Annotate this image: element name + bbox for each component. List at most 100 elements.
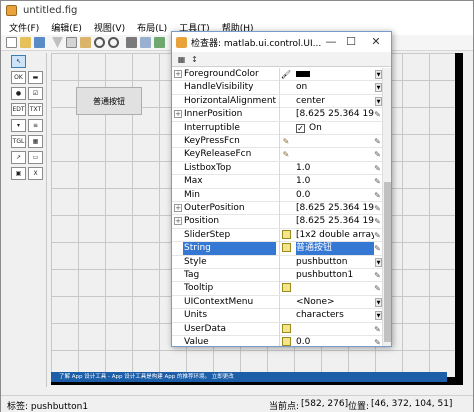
property-value[interactable]: center	[296, 95, 374, 108]
cut-icon[interactable]	[52, 37, 63, 48]
minimize-icon[interactable]: —	[324, 35, 338, 49]
property-value[interactable]: pushbutton	[296, 256, 374, 269]
property-row-handlevisibility[interactable]: HandleVisibility on ▼	[172, 81, 382, 95]
edit-text-tool-icon[interactable]: EDT	[11, 103, 26, 116]
array-editor-icon[interactable]	[280, 243, 292, 254]
paste-icon[interactable]	[80, 37, 91, 48]
callback-editor-icon[interactable]: ✎	[280, 149, 292, 160]
tab-order-icon[interactable]	[154, 37, 165, 48]
align-icon[interactable]	[126, 37, 137, 48]
property-value[interactable]: [1x2 double array]	[296, 229, 374, 242]
property-row-style[interactable]: Style pushbutton ▼	[172, 255, 382, 269]
property-row-sliderstep[interactable]: SliderStep [1x2 double array] ✎	[172, 228, 382, 243]
checkbox-tool-icon[interactable]: ☑	[28, 87, 43, 100]
slider-tool-icon[interactable]: ▬	[28, 71, 43, 84]
categorized-view-icon[interactable]: ▦	[176, 54, 187, 65]
property-value[interactable]	[296, 323, 374, 336]
edit-pencil-icon[interactable]: ✎	[373, 176, 382, 187]
copy-icon[interactable]	[66, 37, 77, 48]
property-row-max[interactable]: Max 1.0 ✎	[172, 175, 382, 189]
array-editor-icon[interactable]	[280, 229, 292, 241]
property-row-foregroundcolor[interactable]: + ForegroundColor 🖌 ▼	[172, 68, 382, 82]
property-row-outerposition[interactable]: +OuterPosition [8.625 25.364 19.62...✎	[172, 202, 382, 216]
undo-icon[interactable]	[94, 37, 105, 48]
edit-pencil-icon[interactable]: ✎	[373, 190, 382, 201]
property-row-units[interactable]: Units characters ▼	[172, 309, 382, 323]
edit-pencil-icon[interactable]: ✎	[373, 230, 382, 241]
property-value[interactable]: 1.0	[296, 175, 374, 188]
property-row-string[interactable]: String 普通按钮 ✎	[172, 242, 382, 256]
property-value[interactable]: [8.625 25.364 19.62...	[296, 202, 374, 215]
property-row-interruptible[interactable]: Interruptible ✓ On	[172, 121, 382, 135]
activex-tool-icon[interactable]: X	[28, 167, 43, 180]
interruptible-checkbox[interactable]: ✓	[296, 123, 305, 133]
dropdown-arrow-icon[interactable]: ▼	[375, 257, 382, 267]
property-value[interactable]	[296, 68, 374, 81]
property-row-innerposition[interactable]: +InnerPosition [8.625 25.364 19.62...✎	[172, 108, 382, 122]
property-value[interactable]: on	[296, 81, 374, 94]
inspector-scrollbar[interactable]	[382, 68, 391, 346]
redo-icon[interactable]	[108, 37, 119, 48]
edit-pencil-icon[interactable]: ✎	[373, 283, 382, 294]
property-value[interactable]: 1.0	[296, 162, 374, 175]
popup-menu-tool-icon[interactable]: ▾	[11, 119, 26, 132]
table-tool-icon[interactable]: ▦	[28, 135, 43, 148]
property-row-keypressfcn[interactable]: KeyPressFcn ✎ ✎	[172, 135, 382, 149]
expand-icon[interactable]: +	[174, 217, 182, 226]
property-row-tag[interactable]: Tag pushbutton1 ✎	[172, 269, 382, 283]
property-row-min[interactable]: Min 0.0 ✎	[172, 188, 382, 202]
edit-pencil-icon[interactable]: ✎	[373, 216, 382, 227]
static-text-tool-icon[interactable]: TXT	[28, 103, 43, 116]
edit-pencil-icon[interactable]: ✎	[373, 203, 382, 214]
expand-icon[interactable]: +	[174, 110, 182, 119]
axes-tool-icon[interactable]: ↗	[11, 151, 26, 164]
array-editor-icon[interactable]	[280, 283, 292, 294]
edit-pencil-icon[interactable]: ✎	[373, 337, 382, 346]
dropdown-arrow-icon[interactable]: ▼	[375, 297, 382, 307]
select-tool-icon[interactable]: ↖	[11, 55, 26, 68]
property-row-listboxtop[interactable]: ListboxTop 1.0 ✎	[172, 161, 382, 176]
property-row-keyreleasefcn[interactable]: KeyReleaseFcn ✎ ✎	[172, 148, 382, 162]
property-row-userdata[interactable]: UserData ✎	[172, 322, 382, 336]
panel-tool-icon[interactable]: ▭	[28, 151, 43, 164]
dropdown-arrow-icon[interactable]: ▼	[375, 96, 382, 106]
edit-pencil-icon[interactable]: ✎	[373, 324, 382, 335]
property-value[interactable]	[296, 148, 374, 161]
dropdown-arrow-icon[interactable]: ▼	[375, 83, 382, 93]
property-value[interactable]: 普通按钮	[296, 242, 374, 256]
property-row-tooltip[interactable]: Tooltip ✎	[172, 282, 382, 296]
expand-icon[interactable]: +	[174, 70, 182, 78]
toggle-button-tool-icon[interactable]: TGL	[11, 135, 26, 148]
edit-pencil-icon[interactable]: ✎	[373, 243, 382, 254]
property-value[interactable]	[296, 282, 374, 295]
property-row-uicontextmenu[interactable]: UIContextMenu <None> ▼	[172, 295, 382, 310]
callback-editor-icon[interactable]: ✎	[280, 136, 292, 147]
property-row-position[interactable]: +Position [8.625 25.364 19.62...✎	[172, 215, 382, 229]
edit-pencil-icon[interactable]: ✎	[373, 109, 382, 120]
property-value[interactable]: <None>	[296, 296, 374, 309]
new-icon[interactable]	[6, 37, 17, 48]
close-icon[interactable]: ✕	[369, 35, 383, 49]
save-icon[interactable]	[34, 37, 45, 48]
array-editor-icon[interactable]	[280, 323, 292, 335]
edit-pencil-icon[interactable]: ✎	[373, 136, 382, 147]
property-value[interactable]: [8.625 25.364 19.62...	[296, 108, 374, 121]
dropdown-arrow-icon[interactable]: ▼	[375, 70, 382, 79]
property-row-value[interactable]: Value 0.0 ✎	[172, 336, 382, 346]
edit-pencil-icon[interactable]: ✎	[373, 163, 382, 174]
property-value[interactable]: pushbutton1	[296, 269, 374, 282]
property-value[interactable]: characters	[296, 309, 374, 322]
color-picker-icon[interactable]: 🖌	[280, 69, 292, 80]
app-designer-notice[interactable]: 了解 App 设计工具 - App 设计工具是构建 App 的推荐环境。 立即更…	[51, 372, 447, 382]
menu-edit[interactable]: 编辑(E)	[51, 21, 82, 34]
menu-view[interactable]: 视图(V)	[94, 21, 125, 34]
listbox-tool-icon[interactable]: ≡	[28, 119, 43, 132]
edit-pencil-icon[interactable]: ✎	[373, 149, 382, 160]
property-value[interactable]: 0.0	[296, 189, 374, 202]
menu-editor-icon[interactable]	[140, 37, 151, 48]
sort-alpha-icon[interactable]: ↕	[189, 54, 200, 65]
property-value[interactable]: [8.625 25.364 19.62...	[296, 215, 374, 228]
button-group-tool-icon[interactable]: ▣	[11, 167, 26, 180]
dropdown-arrow-icon[interactable]: ▼	[375, 311, 382, 321]
edit-pencil-icon[interactable]: ✎	[373, 270, 382, 281]
